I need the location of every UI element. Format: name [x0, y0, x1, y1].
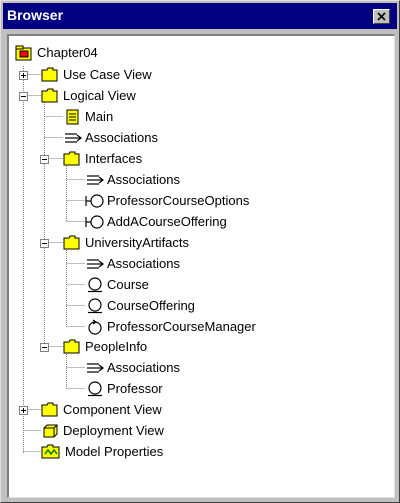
tree-item-label: CourseOffering — [107, 298, 195, 313]
entity-class-icon — [88, 277, 102, 293]
tree-item-component-view[interactable]: Component View — [41, 401, 191, 421]
entity-class-icon — [88, 381, 102, 397]
expand-toggle-component-view[interactable] — [19, 406, 28, 415]
tree-item-label: PeopleInfo — [85, 339, 148, 354]
tree-view[interactable]: Chapter04 Use Case View Logical View Mai… — [7, 34, 395, 498]
tree-item-associations[interactable]: Associations — [85, 171, 215, 191]
tree-item-add-a-course-offering[interactable]: AddACourseOffering — [85, 213, 285, 233]
tree-item-main[interactable]: Main — [63, 108, 143, 128]
tree-item-label: Associations — [107, 172, 180, 187]
collapse-toggle-interfaces[interactable] — [40, 155, 49, 164]
tree-item-associations[interactable]: Associations — [63, 129, 193, 149]
collapse-toggle-people-info[interactable] — [40, 343, 49, 352]
tree-item-associations[interactable]: Associations — [85, 255, 215, 275]
folder-icon — [63, 151, 80, 166]
folder-icon — [63, 339, 80, 354]
collapse-toggle-logical-view[interactable] — [19, 92, 28, 101]
expand-toggle-use-case-view[interactable] — [19, 71, 28, 80]
interface-icon — [85, 215, 104, 229]
tree-item-label: Component View — [63, 402, 162, 417]
folder-icon — [41, 402, 58, 417]
control-class-icon — [88, 319, 102, 335]
associations-icon — [65, 133, 82, 143]
tree-item-label: UniversityArtifacts — [85, 235, 190, 250]
tree-item-label: Associations — [107, 360, 180, 375]
tree-item-label: Professor — [107, 381, 163, 396]
tree-item-professor[interactable]: Professor — [85, 380, 195, 400]
tree-item-professor-course-manager[interactable]: ProfessorCourseManager — [85, 318, 295, 338]
tree-item-label: Use Case View — [63, 67, 152, 82]
tree-item-label: Associations — [85, 130, 158, 145]
tree-item-logical-view[interactable]: Logical View — [41, 87, 171, 107]
browser-window: Browser Chapter04 Use Case View Logical … — [0, 0, 400, 503]
tree-item-course[interactable]: Course — [85, 276, 185, 296]
title-bar[interactable]: Browser — [3, 3, 397, 29]
close-icon — [377, 12, 386, 21]
tree-item-course-offering[interactable]: CourseOffering — [85, 297, 225, 317]
entity-class-icon — [88, 298, 102, 314]
tree-item-label: Model Properties — [65, 444, 164, 459]
window-title: Browser — [7, 7, 64, 23]
folder-icon — [41, 67, 58, 82]
class-diagram-icon — [66, 109, 79, 125]
tree-item-label: ProfessorCourseManager — [107, 319, 256, 334]
deployment-icon — [43, 424, 58, 438]
tree-item-label: Interfaces — [85, 151, 143, 166]
collapse-toggle-university-artifacts[interactable] — [40, 239, 49, 248]
tree-item-label: Course — [107, 277, 149, 292]
model-properties-icon — [41, 444, 60, 459]
tree-item-label: Deployment View — [63, 423, 164, 438]
close-button[interactable] — [373, 9, 390, 24]
tree-item-model-properties[interactable]: Model Properties — [41, 443, 201, 463]
associations-icon — [87, 259, 104, 269]
tree-item-people-info[interactable]: PeopleInfo — [63, 338, 183, 358]
associations-icon — [87, 175, 104, 185]
tree-item-professor-course-options[interactable]: ProfessorCourseOptions — [85, 192, 285, 212]
tree-item-label: Chapter04 — [37, 45, 98, 60]
tree-item-university-artifacts[interactable]: UniversityArtifacts — [63, 234, 223, 254]
tree-item-label: Associations — [107, 256, 180, 271]
tree-item-deployment-view[interactable]: Deployment View — [41, 422, 201, 442]
interface-icon — [85, 194, 104, 208]
folder-icon — [63, 235, 80, 250]
tree-item-label: Logical View — [63, 88, 136, 103]
tree-item-use-case-view[interactable]: Use Case View — [41, 66, 181, 86]
associations-icon — [87, 363, 104, 373]
tree-item-associations[interactable]: Associations — [85, 359, 215, 379]
tree-item-chapter04[interactable]: Chapter04 — [15, 44, 135, 64]
tree-item-label: Main — [85, 109, 114, 124]
tree-item-label: ProfessorCourseOptions — [107, 193, 250, 208]
folder-icon — [41, 88, 58, 103]
model-root-icon — [15, 45, 32, 61]
tree-item-label: AddACourseOffering — [107, 214, 227, 229]
tree-item-interfaces[interactable]: Interfaces — [63, 150, 183, 170]
